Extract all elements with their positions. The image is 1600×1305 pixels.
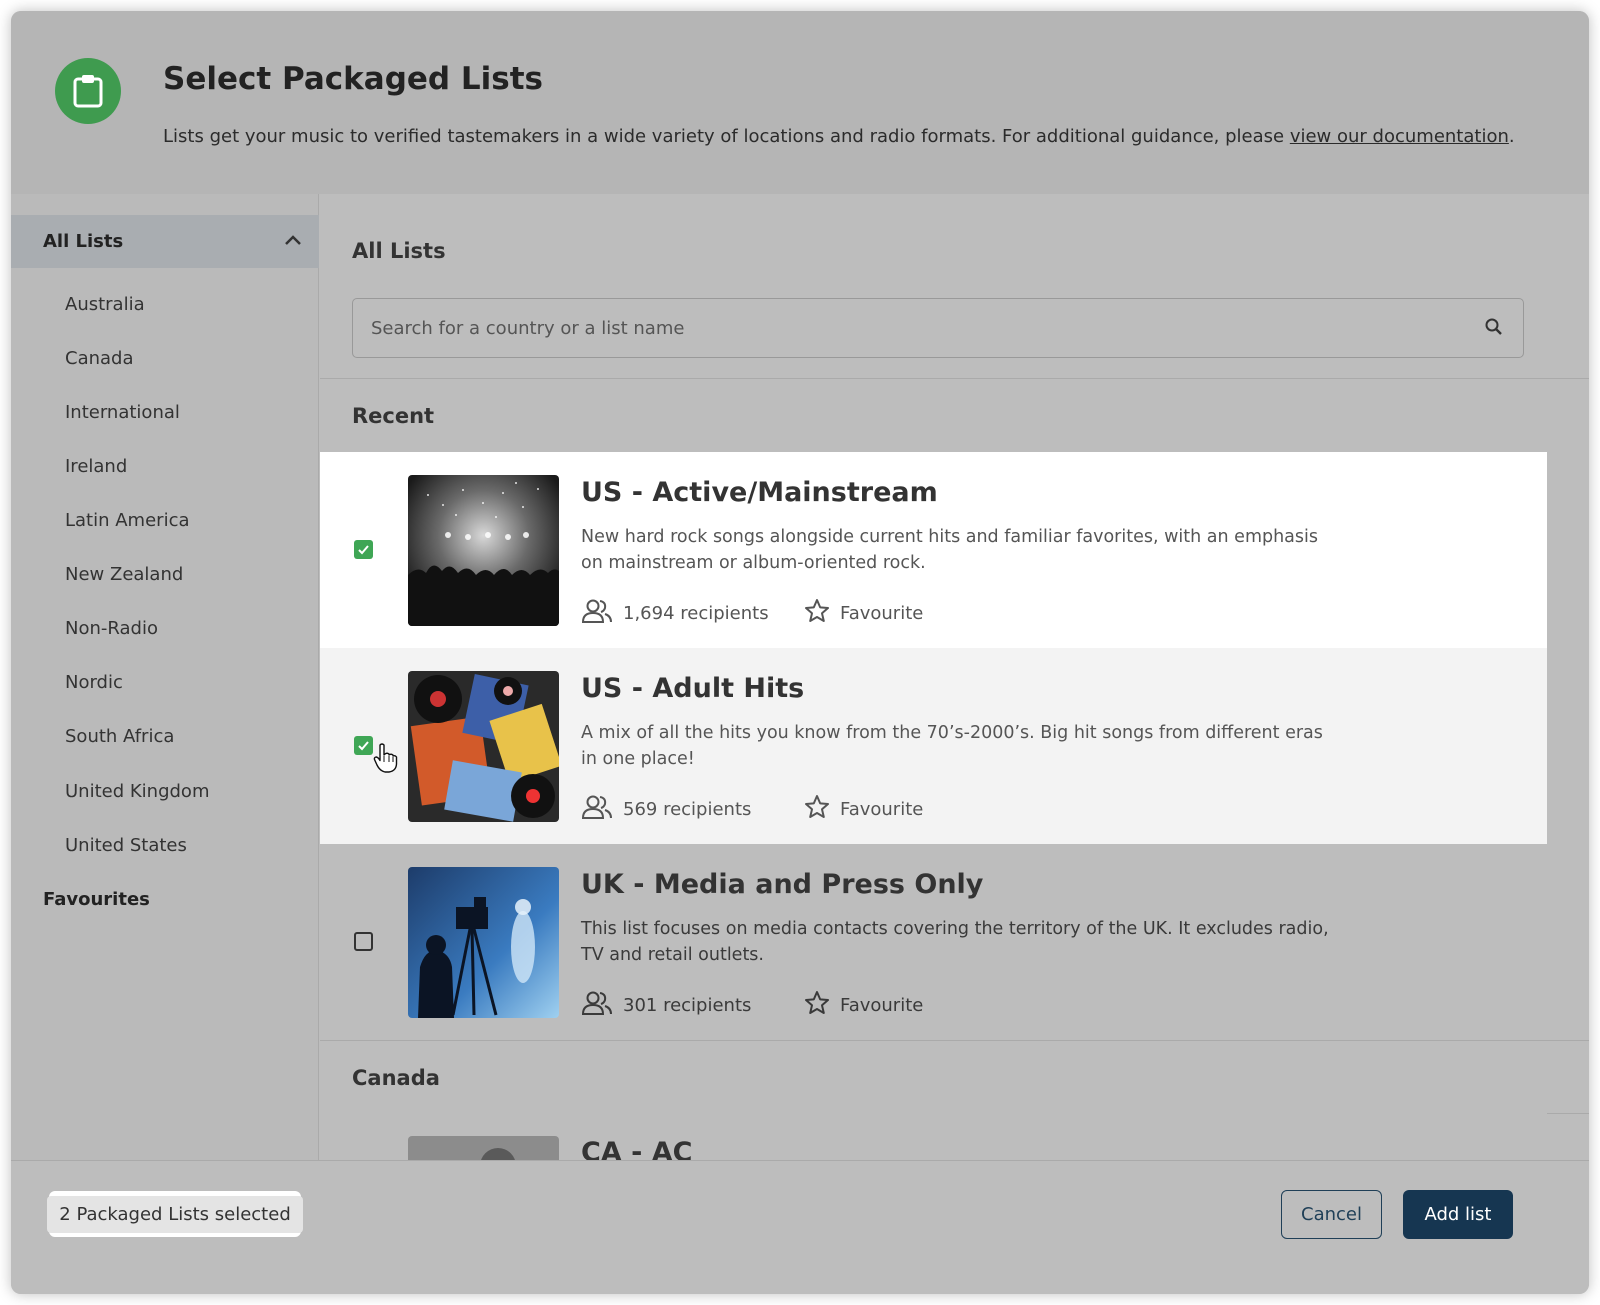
sidebar: All Lists Australia Canada International… xyxy=(11,194,319,1174)
camera-operator-image xyxy=(408,867,559,1018)
list-item[interactable]: US - Adult Hits A mix of all the hits yo… xyxy=(320,648,1547,844)
clipboard-icon xyxy=(55,58,121,124)
sidebar-all-lists[interactable]: All Lists xyxy=(11,215,319,268)
cancel-button[interactable]: Cancel xyxy=(1281,1190,1382,1239)
sidebar-item-canada[interactable]: Canada xyxy=(65,348,134,369)
header-description-period: . xyxy=(1508,126,1515,147)
search-input[interactable] xyxy=(371,317,1451,339)
star-icon[interactable] xyxy=(804,990,830,1021)
sidebar-item-ireland[interactable]: Ireland xyxy=(65,456,127,477)
favourite-label[interactable]: Favourite xyxy=(840,995,923,1016)
favourite-toggle[interactable]: Favourite xyxy=(804,794,923,825)
page-title: Select Packaged Lists xyxy=(163,61,544,97)
list-checkbox[interactable] xyxy=(354,736,373,755)
selected-count-label: 2 Packaged Lists selected xyxy=(47,1195,303,1233)
users-icon xyxy=(581,794,613,825)
divider xyxy=(320,1040,1589,1041)
sidebar-item-international[interactable]: International xyxy=(65,402,180,423)
favourite-toggle[interactable]: Favourite xyxy=(804,990,923,1021)
recipients: 569 recipients xyxy=(581,794,751,825)
list-item[interactable]: UK - Media and Press Only This list focu… xyxy=(320,844,1547,1040)
star-icon[interactable] xyxy=(804,794,830,825)
header-description-text: Lists get your music to verified tastema… xyxy=(163,126,1290,147)
users-icon xyxy=(581,598,613,629)
sidebar-all-lists-label: All Lists xyxy=(43,231,124,252)
vinyl-records-image xyxy=(408,671,559,822)
chevron-up-icon[interactable] xyxy=(281,229,305,258)
search-box[interactable] xyxy=(352,298,1524,358)
sidebar-item-latin-america[interactable]: Latin America xyxy=(65,510,190,531)
recipients-count: 1,694 recipients xyxy=(623,603,769,624)
selected-count-badge: 2 Packaged Lists selected xyxy=(47,1191,303,1237)
concert-crowd-image xyxy=(408,475,559,626)
section-recent: Recent xyxy=(352,404,435,428)
documentation-link[interactable]: view our documentation xyxy=(1290,126,1509,147)
sidebar-item-nordic[interactable]: Nordic xyxy=(65,672,123,693)
list-title: US - Adult Hits xyxy=(581,673,805,704)
recipients-count: 569 recipients xyxy=(623,799,752,820)
divider xyxy=(320,378,1589,379)
sidebar-item-new-zealand[interactable]: New Zealand xyxy=(65,564,183,585)
main-title: All Lists xyxy=(352,239,446,263)
list-description: New hard rock songs alongside current hi… xyxy=(581,527,1319,573)
list-checkbox[interactable] xyxy=(354,540,373,559)
star-icon[interactable] xyxy=(804,598,830,629)
modal-footer: 2 Packaged Lists selected Cancel Add lis… xyxy=(11,1160,1589,1294)
list-title: US - Active/Mainstream xyxy=(581,477,938,508)
sidebar-item-united-states[interactable]: United States xyxy=(65,835,187,856)
section-canada: Canada xyxy=(352,1066,440,1090)
favourite-label[interactable]: Favourite xyxy=(840,603,923,624)
add-list-button[interactable]: Add list xyxy=(1403,1190,1513,1239)
favourite-label[interactable]: Favourite xyxy=(840,799,923,820)
users-icon xyxy=(581,990,613,1021)
search-icon[interactable] xyxy=(1483,316,1505,342)
sidebar-item-non-radio[interactable]: Non-Radio xyxy=(65,618,158,639)
list-description: This list focuses on media contacts cove… xyxy=(581,919,1329,965)
sidebar-item-australia[interactable]: Australia xyxy=(65,294,145,315)
main-panel: All Lists Recent xyxy=(320,194,1589,1174)
list-title: UK - Media and Press Only xyxy=(581,869,984,900)
sidebar-item-south-africa[interactable]: South Africa xyxy=(65,726,174,747)
sidebar-item-united-kingdom[interactable]: United Kingdom xyxy=(65,781,209,802)
favourite-toggle[interactable]: Favourite xyxy=(804,598,923,629)
modal-header: Select Packaged Lists Lists get your mus… xyxy=(11,11,1589,194)
sidebar-item-favourites[interactable]: Favourites xyxy=(43,889,150,910)
recipients-count: 301 recipients xyxy=(623,995,752,1016)
list-item[interactable]: US - Active/Mainstream New hard rock son… xyxy=(320,452,1547,648)
hand-cursor-icon xyxy=(372,742,400,778)
list-description: A mix of all the hits you know from the … xyxy=(581,723,1323,769)
recipients: 1,694 recipients xyxy=(581,598,769,629)
select-lists-modal: Select Packaged Lists Lists get your mus… xyxy=(11,11,1589,1294)
list-checkbox[interactable] xyxy=(354,932,373,951)
recipients: 301 recipients xyxy=(581,990,751,1021)
header-description: Lists get your music to verified tastema… xyxy=(163,126,1563,147)
